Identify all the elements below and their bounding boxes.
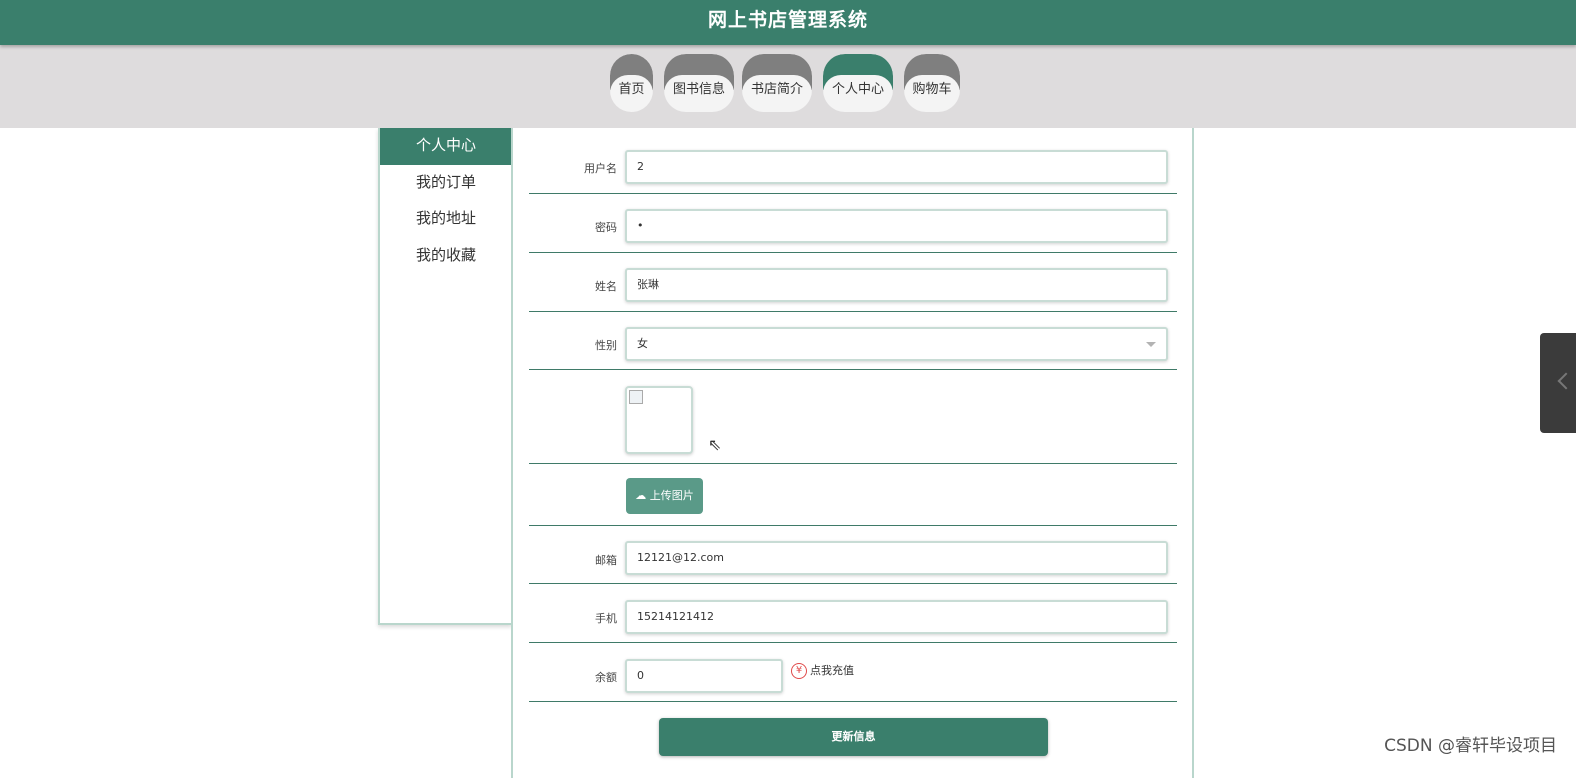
top-navigation: 首页 图书信息 书店简介 个人中心 购物车	[0, 45, 1576, 128]
sidebar: 个人中心 我的订单 我的地址 我的收藏	[378, 128, 512, 625]
sidebar-item-my-favorites[interactable]: 我的收藏	[380, 238, 512, 275]
form-row-balance: 余额 0 ¥ 点我充值	[529, 643, 1177, 702]
nav-store-intro-label: 书店简介	[742, 75, 812, 112]
form-row-name: 姓名 张琳	[529, 253, 1177, 312]
side-drawer-toggle[interactable]	[1540, 333, 1576, 433]
nav-home-label: 首页	[610, 75, 653, 112]
form-row-username: 用户名 2	[529, 128, 1177, 194]
gender-select[interactable]: 女	[625, 327, 1168, 361]
chevron-left-icon	[1557, 372, 1575, 390]
phone-input[interactable]: 15214121412	[625, 600, 1168, 634]
phone-label: 手机	[595, 612, 617, 625]
balance-input[interactable]: 0	[625, 659, 783, 693]
username-input[interactable]: 2	[625, 150, 1168, 184]
avatar-image	[625, 386, 693, 454]
nav-cart[interactable]: 购物车	[904, 54, 960, 112]
nav-home[interactable]: 首页	[610, 54, 653, 112]
nav-book-info-label: 图书信息	[664, 75, 734, 112]
form-row-phone: 手机 15214121412	[529, 584, 1177, 643]
watermark: CSDN @睿轩毕设项目	[1384, 736, 1557, 756]
username-label: 用户名	[584, 162, 617, 175]
app-title: 网上书店管理系统	[707, 9, 868, 31]
profile-form: 用户名 2 密码 • 姓名 张琳 性别 女 ☁ 上传图片 邮箱 12121@12…	[511, 128, 1194, 778]
upload-image-button[interactable]: ☁ 上传图片	[626, 478, 703, 514]
nav-personal-center[interactable]: 个人中心	[823, 54, 893, 112]
cloud-upload-icon: ☁	[635, 489, 647, 502]
yen-icon: ¥	[791, 663, 807, 679]
nav-personal-center-label: 个人中心	[823, 75, 893, 112]
upload-button-label: 上传图片	[649, 489, 694, 502]
sidebar-item-personal-center[interactable]: 个人中心	[380, 128, 512, 165]
name-label: 姓名	[595, 280, 617, 293]
broken-image-icon	[629, 390, 643, 404]
form-row-avatar	[529, 370, 1177, 464]
password-input[interactable]: •	[625, 209, 1168, 243]
form-row-email: 邮箱 12121@12.com	[529, 526, 1177, 584]
sidebar-item-my-orders[interactable]: 我的订单	[380, 165, 512, 202]
recharge-label: 点我充值	[810, 664, 854, 677]
form-row-upload: ☁ 上传图片	[529, 464, 1177, 526]
name-input[interactable]: 张琳	[625, 268, 1168, 302]
chevron-down-icon	[1146, 342, 1156, 347]
mouse-cursor-icon: ⇖	[708, 435, 722, 454]
form-row-password: 密码 •	[529, 194, 1177, 253]
sidebar-item-my-address[interactable]: 我的地址	[380, 201, 512, 238]
recharge-link[interactable]: ¥ 点我充值	[791, 662, 854, 679]
gender-label: 性别	[595, 339, 617, 352]
balance-label: 余额	[595, 671, 617, 684]
nav-store-intro[interactable]: 书店简介	[742, 54, 812, 112]
nav-cart-label: 购物车	[904, 75, 960, 112]
email-label: 邮箱	[595, 554, 617, 567]
password-label: 密码	[595, 221, 617, 234]
form-row-gender: 性别 女	[529, 312, 1177, 370]
gender-select-value: 女	[637, 337, 648, 350]
update-info-button[interactable]: 更新信息	[659, 718, 1048, 756]
email-input[interactable]: 12121@12.com	[625, 541, 1168, 575]
nav-book-info[interactable]: 图书信息	[664, 54, 734, 112]
header-bar: 网上书店管理系统	[0, 0, 1576, 45]
